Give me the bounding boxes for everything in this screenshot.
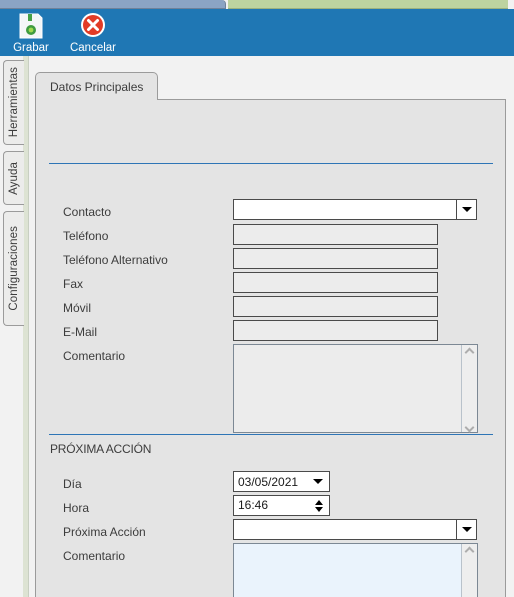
comentario-textarea-field[interactable] <box>234 345 461 432</box>
email-input[interactable] <box>233 320 438 341</box>
cancel-circle-x-icon <box>78 11 108 41</box>
contacto-combobox-value <box>234 200 456 219</box>
left-tab-rail: Herramientas Ayuda Configuraciones <box>0 56 29 597</box>
background-green-bar <box>228 0 508 9</box>
scroll-up-icon[interactable] <box>465 348 474 354</box>
save-button-label: Grabar <box>13 42 49 54</box>
comentario-textarea-scrollbar[interactable] <box>461 345 477 432</box>
tab-datos-principales-label: Datos Principales <box>50 79 144 94</box>
section-title-proxima-accion: PRÓXIMA ACCIÓN <box>50 442 152 456</box>
main-toolbar: Grabar Cancelar <box>0 9 514 56</box>
sidebar-tab-configuraciones-label: Configuraciones <box>8 226 20 311</box>
comentario-textarea[interactable] <box>233 344 478 433</box>
fax-input[interactable] <box>233 272 438 293</box>
label-email: E-Mail <box>63 325 98 339</box>
comentario-proxima-accion-scrollbar[interactable] <box>461 544 477 597</box>
comentario-proxima-accion-textarea[interactable] <box>233 543 478 597</box>
hora-spinner-buttons[interactable] <box>310 496 329 515</box>
cancel-button[interactable]: Cancelar <box>62 9 124 56</box>
background-right-cap <box>508 0 514 9</box>
comentario-proxima-accion-field[interactable] <box>234 544 461 597</box>
spinner-down-icon[interactable] <box>314 506 323 512</box>
label-fax: Fax <box>63 277 84 291</box>
background-window-tab <box>0 0 226 9</box>
sidebar-tab-herramientas[interactable]: Herramientas <box>3 60 24 145</box>
save-floppy-icon <box>16 11 46 41</box>
sidebar-tab-configuraciones[interactable]: Configuraciones <box>3 211 24 326</box>
hora-spinner[interactable]: 16:46 <box>233 495 330 516</box>
tab-panel-host: Datos Principales Contacto Teléfono Telé… <box>29 56 514 597</box>
tab-datos-principales[interactable]: Datos Principales <box>35 72 159 100</box>
cancel-button-label: Cancelar <box>69 42 117 54</box>
proxima-accion-combobox-arrow[interactable] <box>456 520 476 539</box>
label-telefono-alternativo: Teléfono Alternativo <box>63 253 168 267</box>
scroll-up-icon[interactable] <box>465 547 474 553</box>
label-hora: Hora <box>63 501 90 515</box>
chevron-down-icon <box>313 479 323 484</box>
spinner-up-icon[interactable] <box>314 499 323 505</box>
section-divider-proxima-accion <box>49 434 493 435</box>
sidebar-tab-herramientas-label: Herramientas <box>8 67 20 138</box>
tab-content-datos-principales: Contacto Teléfono Teléfono Alternativo F… <box>35 99 506 597</box>
sidebar-tab-ayuda-label: Ayuda <box>8 161 20 195</box>
contacto-combobox-arrow[interactable] <box>456 200 476 219</box>
label-dia: Día <box>63 477 82 491</box>
scroll-down-icon[interactable] <box>465 423 474 429</box>
label-movil: Móvil <box>63 301 92 315</box>
movil-input[interactable] <box>233 296 438 317</box>
label-proxima-accion: Próxima Acción <box>63 525 146 539</box>
chevron-down-icon <box>461 207 472 212</box>
label-contacto: Contacto <box>63 205 112 219</box>
save-button[interactable]: Grabar <box>0 9 62 56</box>
hora-spinner-value: 16:46 <box>238 498 269 512</box>
contacto-combobox[interactable] <box>233 199 477 220</box>
label-comentario: Comentario <box>63 349 126 363</box>
section-divider-top <box>49 163 493 164</box>
label-telefono: Teléfono <box>63 229 109 243</box>
telefono-alternativo-input[interactable] <box>233 248 438 269</box>
dia-date-picker[interactable]: 03/05/2021 <box>233 471 330 492</box>
telefono-input[interactable] <box>233 224 438 245</box>
chevron-down-icon <box>461 527 472 532</box>
proxima-accion-combobox-value <box>234 520 456 539</box>
dia-date-value: 03/05/2021 <box>238 474 299 489</box>
label-comentario-proxima-accion: Comentario <box>63 549 126 563</box>
dia-date-picker-arrow[interactable] <box>307 479 329 484</box>
proxima-accion-combobox[interactable] <box>233 519 477 540</box>
sidebar-tab-ayuda[interactable]: Ayuda <box>3 151 24 205</box>
